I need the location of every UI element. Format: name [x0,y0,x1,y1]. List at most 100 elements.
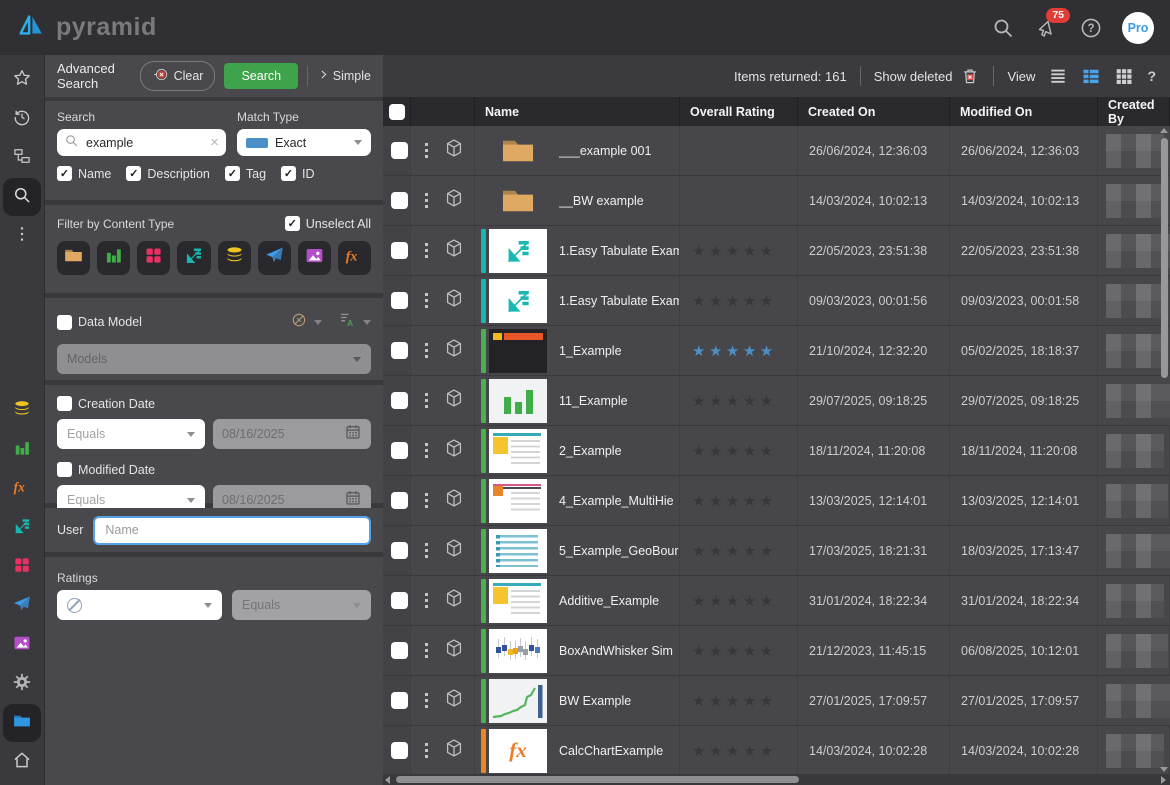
rail-item-hierarchy[interactable] [3,139,41,177]
view-list-icon[interactable] [1048,66,1068,86]
row-menu-icon[interactable] [423,341,430,360]
search-input[interactable] [84,135,205,151]
item-name-cell[interactable]: BW Example [475,676,680,725]
rail-item-search[interactable] [3,178,41,216]
cube-icon[interactable] [443,487,465,514]
cube-icon[interactable] [443,737,465,764]
horizontal-scroll-thumb[interactable] [396,776,799,783]
row-checkbox[interactable] [391,242,408,259]
item-name-cell[interactable]: 5_Example_GeoBour [475,526,680,575]
rail-item-admin[interactable] [3,665,41,703]
cube-icon[interactable] [443,437,465,464]
table-row[interactable]: ___example 00126/06/2024, 12:36:0326/06/… [383,126,1170,176]
table-row[interactable]: fxCalcChartExample★★★★★14/03/2024, 10:02… [383,726,1170,776]
creation-date-checkbox[interactable]: Creation Date [57,396,371,411]
cube-icon[interactable] [443,237,465,264]
rail-item-illustrate[interactable] [3,626,41,664]
row-menu-icon[interactable] [423,291,430,310]
row-menu-icon[interactable] [423,491,430,510]
content-type-illustrate[interactable] [298,241,331,275]
row-checkbox[interactable] [391,692,408,709]
table-row[interactable]: 4_Example_MultiHie★★★★★13/03/2025, 12:14… [383,476,1170,526]
rating-stars[interactable]: ★★★★★ [692,342,777,360]
rail-item-favorites[interactable] [3,61,41,99]
content-type-tabulate[interactable] [177,241,210,275]
content-type-folder[interactable] [57,241,90,275]
row-menu-icon[interactable] [423,241,430,260]
row-checkbox[interactable] [391,142,408,159]
item-name-cell[interactable]: Additive_Example [475,576,680,625]
clear-button[interactable]: Clear [140,61,216,91]
rail-item-publish[interactable] [3,587,41,625]
row-menu-icon[interactable] [423,541,430,560]
row-checkbox[interactable] [391,292,408,309]
row-checkbox[interactable] [391,492,408,509]
item-name-cell[interactable]: 1.Easy Tabulate Exam [475,276,680,325]
rating-stars[interactable]: ★★★★★ [692,542,777,560]
rating-stars[interactable]: ★★★★★ [692,392,777,410]
view-grid-icon[interactable] [1114,66,1134,86]
content-type-present[interactable] [137,241,170,275]
cube-icon[interactable] [443,137,465,164]
table-row[interactable]: 11_Example★★★★★29/07/2025, 09:18:2529/07… [383,376,1170,426]
field-checkbox-tag[interactable]: ✓Tag [225,166,266,181]
rating-stars[interactable]: ★★★★★ [692,492,777,510]
rail-item-more[interactable] [3,217,41,255]
row-checkbox[interactable] [391,642,408,659]
app-logo[interactable]: pyramid [16,10,157,45]
vertical-scrollbar[interactable] [1159,126,1169,774]
rail-item-history[interactable] [3,100,41,138]
match-type-dropdown[interactable]: Exact [237,129,371,156]
content-type-formulate[interactable]: fx [338,241,371,275]
cube-icon[interactable] [443,537,465,564]
field-checkbox-description[interactable]: ✓Description [126,166,210,181]
table-row[interactable]: 1.Easy Tabulate Exam★★★★★09/03/2023, 00:… [383,276,1170,326]
item-name-cell[interactable]: 4_Example_MultiHie [475,476,680,525]
ratings-value-dropdown[interactable] [57,590,222,620]
row-checkbox[interactable] [391,592,408,609]
help-icon[interactable]: ? [1078,15,1104,41]
unselect-all-checkbox[interactable]: ✓ Unselect All [285,216,371,231]
row-checkbox[interactable] [391,742,408,759]
item-name-cell[interactable]: __BW example [475,176,680,225]
cube-icon[interactable] [443,687,465,714]
table-row[interactable]: Additive_Example★★★★★31/01/2024, 18:22:3… [383,576,1170,626]
column-header-created-by[interactable]: Created By [1098,97,1170,126]
column-header-modified[interactable]: Modified On [950,97,1098,126]
row-checkbox[interactable] [391,542,408,559]
row-menu-icon[interactable] [423,591,430,610]
rail-item-present[interactable] [3,548,41,586]
row-checkbox[interactable] [391,192,408,209]
cube-icon[interactable] [443,337,465,364]
item-name-cell[interactable]: 1.Easy Tabulate Exam [475,226,680,275]
rail-item-content[interactable] [3,704,41,742]
scroll-up-arrow[interactable] [1160,128,1168,133]
row-menu-icon[interactable] [423,741,430,760]
rating-stars[interactable]: ★★★★★ [692,692,777,710]
rating-stars[interactable]: ★★★★★ [692,242,777,260]
table-row[interactable]: 5_Example_GeoBour★★★★★17/03/2025, 18:21:… [383,526,1170,576]
simple-toggle[interactable]: Simple [317,68,371,84]
row-checkbox[interactable] [391,392,408,409]
item-name-cell[interactable]: 1_Example [475,326,680,375]
row-menu-icon[interactable] [423,441,430,460]
cube-icon[interactable] [443,287,465,314]
search-button[interactable]: Search [224,63,298,89]
content-type-discover[interactable] [97,241,130,275]
cube-icon[interactable] [443,637,465,664]
modified-date-checkbox[interactable]: Modified Date [57,462,371,477]
data-model-checkbox[interactable]: Data Model [57,315,142,330]
rail-item-discover[interactable] [3,431,41,469]
field-checkbox-name[interactable]: ✓Name [57,166,111,181]
notifications-icon[interactable]: 75 [1034,15,1060,41]
item-name-cell[interactable]: fxCalcChartExample [475,726,680,775]
row-menu-icon[interactable] [423,141,430,160]
item-name-cell[interactable]: BoxAndWhisker Sim [475,626,680,675]
field-checkbox-id[interactable]: ✓ID [281,166,315,181]
row-menu-icon[interactable] [423,191,430,210]
rail-item-data-model[interactable] [3,392,41,430]
table-row[interactable]: BW Example★★★★★27/01/2025, 17:09:5727/01… [383,676,1170,726]
scroll-right-arrow[interactable] [1161,776,1166,784]
row-menu-icon[interactable] [423,391,430,410]
rating-stars[interactable]: ★★★★★ [692,592,777,610]
